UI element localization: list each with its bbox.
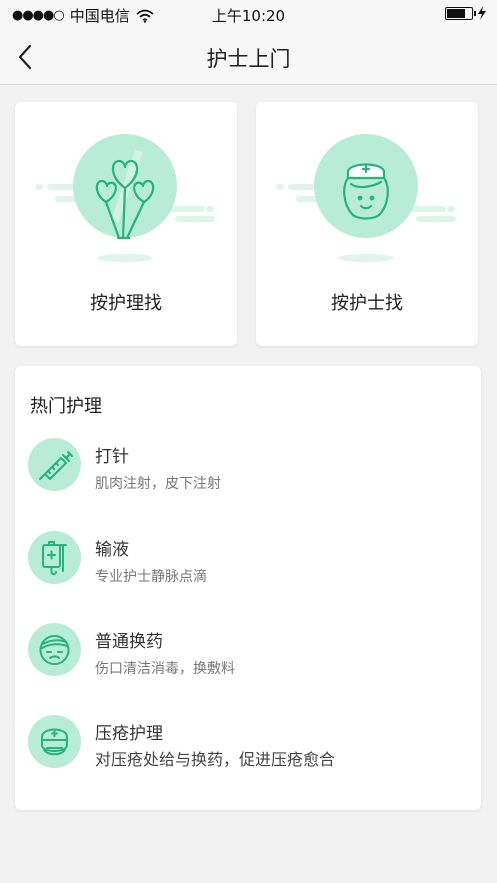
service-name: 输液 xyxy=(95,540,129,560)
balloons-icon xyxy=(35,134,215,262)
bandaged-face-icon xyxy=(28,623,81,676)
nurse-cap-icon xyxy=(28,715,81,768)
charging-bolt-icon xyxy=(478,6,486,20)
service-name: 压疮护理 xyxy=(95,724,163,744)
service-item-pressure-sore[interactable]: 压疮护理 对压疮处给与换药，促进压疮愈合 xyxy=(15,715,481,785)
syringe-icon xyxy=(28,438,81,491)
search-by-care-card[interactable]: 按护理找 xyxy=(15,102,237,346)
search-by-care-label: 按护理找 xyxy=(90,293,162,314)
service-name: 打针 xyxy=(95,447,129,467)
service-item-injection[interactable]: 打针 肌肉注射，皮下注射 xyxy=(15,438,481,508)
navigation-bar: 护士上门 xyxy=(0,30,497,85)
search-by-nurse-card[interactable]: 按护士找 xyxy=(256,102,478,346)
section-title: 热门护理 xyxy=(30,396,102,417)
iv-drip-icon xyxy=(28,531,81,584)
service-description: 对压疮处给与换药，促进压疮愈合 xyxy=(95,750,336,769)
nurse-icon xyxy=(276,134,456,262)
service-item-dressing[interactable]: 普通换药 伤口清洁消毒，换敷料 xyxy=(15,623,481,693)
service-description: 伤口清洁消毒，换敷料 xyxy=(95,661,235,677)
status-time: 上午10:20 xyxy=(211,7,286,25)
battery-icon xyxy=(445,6,476,20)
service-name: 普通换药 xyxy=(95,632,163,652)
service-description: 专业护士静脉点滴 xyxy=(95,569,207,585)
hot-care-section: 热门护理 打针 肌肉注射，皮下注射 输液 专业护士静脉点滴 普通换药 伤口清洁消… xyxy=(15,366,481,810)
status-bar: ●●●●○ 中国电信 上午10:20 xyxy=(0,0,497,30)
search-by-nurse-label: 按护士找 xyxy=(331,293,403,314)
service-description: 肌肉注射，皮下注射 xyxy=(95,476,221,492)
service-item-iv-drip[interactable]: 输液 专业护士静脉点滴 xyxy=(15,531,481,601)
status-right xyxy=(445,6,487,20)
page-title: 护士上门 xyxy=(206,47,291,71)
